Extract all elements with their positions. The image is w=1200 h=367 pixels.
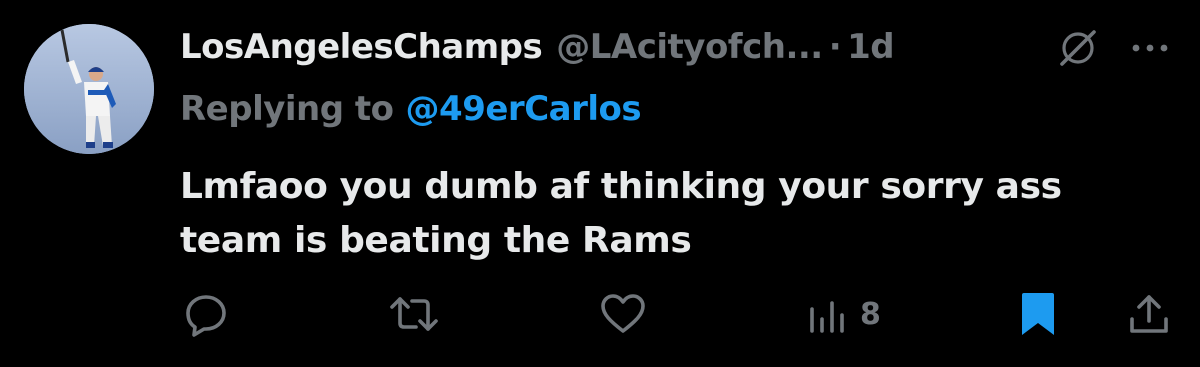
tweet-text-line: team is beating the Rams — [180, 220, 692, 261]
heart-icon — [601, 294, 645, 333]
timestamp[interactable]: 1d — [847, 27, 895, 67]
retweet-button[interactable] — [388, 286, 440, 342]
reply-button[interactable] — [182, 286, 232, 342]
share-button[interactable] — [1124, 286, 1174, 342]
views-count: 8 — [860, 296, 881, 332]
tweet-header: LosAngelesChamps @LAcityofch... · 1d — [180, 22, 895, 72]
baseball-player-avatar-image — [24, 24, 154, 154]
user-handle[interactable]: @LAcityofch... — [556, 27, 823, 67]
bookmark-icon — [1022, 293, 1054, 335]
bookmark-button[interactable] — [1018, 286, 1058, 342]
grok-icon[interactable] — [1056, 26, 1100, 70]
tweet-card[interactable]: LosAngelesChamps @LAcityofch... · 1d Rep… — [0, 0, 1200, 367]
views-button[interactable]: 8 — [806, 286, 881, 342]
display-name[interactable]: LosAngelesChamps — [180, 27, 543, 67]
reply-icon — [186, 295, 226, 337]
tweet-text: Lmfaoo you dumb af thinking your sorry a… — [180, 160, 1180, 268]
more-options-icon[interactable] — [1130, 36, 1170, 60]
like-button[interactable] — [598, 286, 648, 342]
tweet-text-line: Lmfaoo you dumb af thinking your sorry a… — [180, 166, 1062, 207]
avatar[interactable] — [24, 24, 154, 154]
separator-dot: · — [828, 27, 842, 67]
replying-to: Replying to @49erCarlos — [180, 84, 642, 134]
views-icon — [810, 301, 844, 333]
replying-to-label: Replying to — [180, 89, 394, 129]
share-icon — [1130, 295, 1168, 333]
action-bar: 8 — [0, 286, 1200, 342]
retweet-icon — [390, 297, 438, 331]
replying-to-handle-link[interactable]: @49erCarlos — [406, 89, 642, 129]
